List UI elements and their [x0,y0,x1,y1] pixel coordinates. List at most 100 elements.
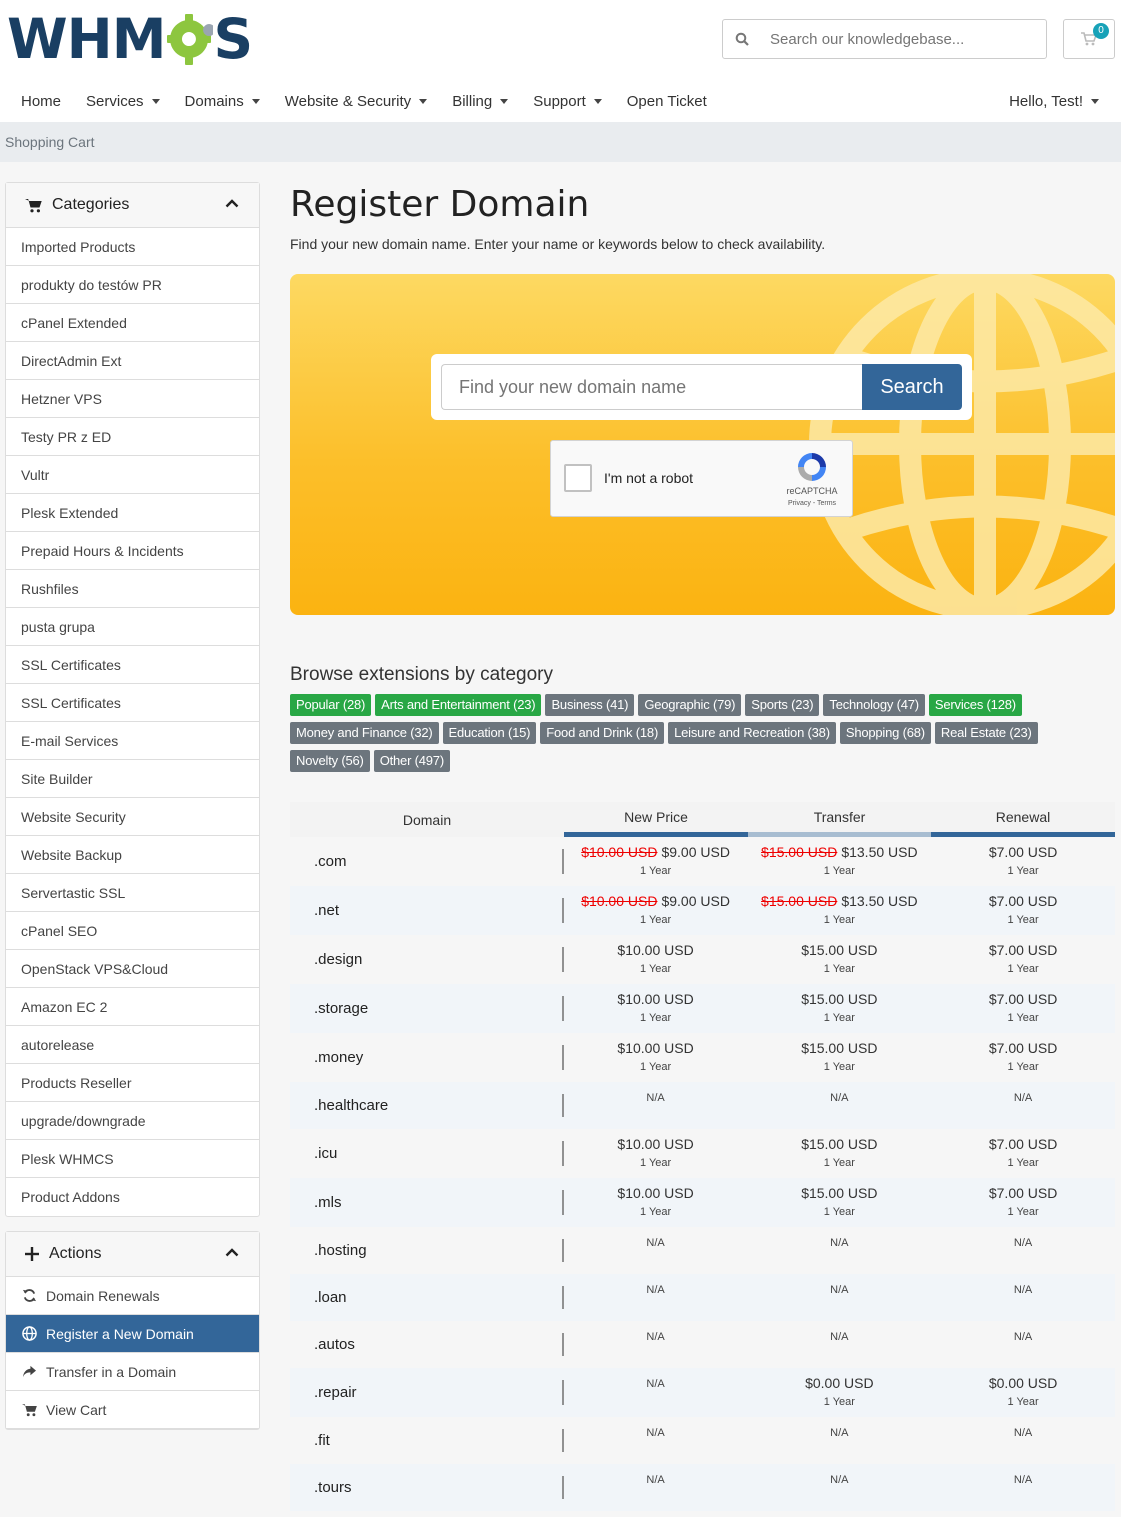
table-row: .fit N/A N/A N/A [290,1417,1115,1464]
action-view-cart[interactable]: View Cart [6,1391,259,1429]
category-item[interactable]: SSL Certificates [6,684,259,722]
price: $15.00 USD $13.50 USD [747,893,931,909]
table-body: .com $10.00 USD $9.00 USD 1 Year $15.00 USD $… [290,837,1115,1511]
chevron-up-icon[interactable] [225,1248,239,1257]
nav-item-services[interactable]: Services [86,93,160,110]
action-domain-renewals[interactable]: Domain Renewals [6,1277,259,1315]
category-item[interactable]: Testy PR z ED [6,418,259,456]
current-price: $9.00 USD [661,893,730,909]
tld-name: .tours [290,1464,564,1511]
category-item[interactable]: Hetzner VPS [6,380,259,418]
category-tag[interactable]: Shopping (68) [839,722,931,744]
category-item[interactable]: DirectAdmin Ext [6,342,259,380]
price-cell-renewal: $7.00 USD 1 Year [931,935,1115,984]
category-item[interactable]: Plesk Extended [6,494,259,532]
category-item[interactable]: Website Security [6,798,259,836]
category-tag[interactable]: Food and Drink (18) [540,722,665,744]
user-menu[interactable]: Hello, Test! [1009,80,1099,122]
category-item[interactable]: upgrade/downgrade [6,1102,259,1140]
chevron-up-icon[interactable] [225,199,239,208]
price: $10.00 USD [564,942,748,958]
recaptcha-links[interactable]: Privacy - Terms [775,500,849,507]
category-tag[interactable]: Technology (47) [823,694,925,716]
category-item[interactable]: E-mail Services [6,722,259,760]
knowledgebase-search-input[interactable] [770,21,1030,57]
category-tag[interactable]: Leisure and Recreation (38) [668,722,836,744]
category-item[interactable]: cPanel Extended [6,304,259,342]
nav-item-home[interactable]: Home [21,93,61,110]
cart-button[interactable]: 0 [1063,19,1115,59]
whmcs-logo[interactable]: WHM S [7,10,253,68]
categories-list: Imported Products produkty do testów PR cP… [6,228,259,1216]
category-tag[interactable]: Popular (28) [290,694,372,716]
price-term: 1 Year [639,914,672,926]
domain-search-box: Search [431,354,972,420]
category-item[interactable]: Website Backup [6,836,259,874]
price-cell-transfer: N/A [747,1274,931,1321]
col-header-new-price[interactable]: New Price [564,802,748,837]
category-item[interactable]: Rushfiles [6,570,259,608]
category-item[interactable]: Product Addons [6,1178,259,1216]
category-item[interactable]: OpenStack VPS&Cloud [6,950,259,988]
category-item[interactable]: SSL Certificates [6,646,259,684]
price-cell-new: N/A [564,1417,748,1464]
category-tag[interactable]: Arts and Entertainment (23) [375,694,542,716]
action-register-a-new-domain[interactable]: Register a New Domain [6,1315,259,1353]
nav-item-support[interactable]: Support [533,93,602,110]
nav-item-billing[interactable]: Billing [452,92,509,110]
user-greeting: Hello, Test! [1009,92,1083,110]
price-cell-new: $10.00 USD 1 Year [564,1033,748,1082]
category-item[interactable]: produkty do testów PR [6,266,259,304]
categories-title: Categories [52,196,130,213]
category-tag[interactable]: Other (497) [373,750,450,772]
categories-header[interactable]: Categories [6,183,259,228]
price-term: 1 Year [1007,1061,1039,1073]
category-tag[interactable]: Money and Finance (32) [290,722,439,744]
nav-item-domains[interactable]: Domains [185,93,260,110]
category-item[interactable]: Products Reseller [6,1064,259,1102]
table-header: Domain New Price Transfer Renewal [290,802,1115,837]
knowledgebase-search[interactable] [722,19,1047,59]
price-na: N/A [646,1331,665,1343]
action-transfer-in-a-domain[interactable]: Transfer in a Domain [6,1353,259,1391]
category-item[interactable]: cPanel SEO [6,912,259,950]
price-term: 1 Year [823,1206,855,1218]
nav-item-open-ticket[interactable]: Open Ticket [627,93,707,110]
category-item[interactable]: autorelease [6,1026,259,1064]
category-item[interactable]: Site Builder [6,760,259,798]
price: $15.00 USD [747,1185,931,1201]
col-header-renewal[interactable]: Renewal [931,802,1115,837]
price-term: 1 Year [639,865,672,877]
price-term: 1 Year [639,1157,672,1169]
category-tag[interactable]: Sports (23) [745,694,820,716]
price-cell-new: N/A [564,1082,748,1129]
category-item[interactable]: Imported Products [6,228,259,266]
category-item[interactable]: Plesk WHMCS [6,1140,259,1178]
category-tag[interactable]: Novelty (56) [290,750,370,772]
price-term: 1 Year [1007,1396,1039,1408]
caret-down-icon [151,98,160,104]
category-tag[interactable]: Education (15) [442,722,537,744]
actions-header[interactable]: Actions [6,1232,259,1277]
category-item[interactable]: Amazon EC 2 [6,988,259,1026]
col-header-transfer[interactable]: Transfer [748,802,931,837]
category-tag[interactable]: Business (41) [545,694,635,716]
domain-search-input[interactable] [441,364,863,410]
category-item[interactable]: Prepaid Hours & Incidents [6,532,259,570]
price-term: 1 Year [823,914,855,926]
nav-item-website-security[interactable]: Website & Security [285,93,428,110]
price-term: 1 Year [1007,1157,1039,1169]
category-tag[interactable]: Real Estate (23) [934,722,1038,744]
category-tag[interactable]: Geographic (79) [638,694,742,716]
category-item[interactable]: pusta grupa [6,608,259,646]
current-price: $10.00 USD [617,991,694,1007]
category-tag[interactable]: Services (128) [928,694,1022,716]
price: $7.00 USD [931,942,1115,958]
price: $10.00 USD $9.00 USD [564,893,748,909]
action-label: Register a New Domain [46,1325,194,1342]
search-button[interactable]: Search [862,364,962,410]
recaptcha-checkbox[interactable] [564,464,592,492]
category-item[interactable]: Vultr [6,456,259,494]
category-item[interactable]: Servertastic SSL [6,874,259,912]
nav-item-label: Billing [452,92,493,110]
